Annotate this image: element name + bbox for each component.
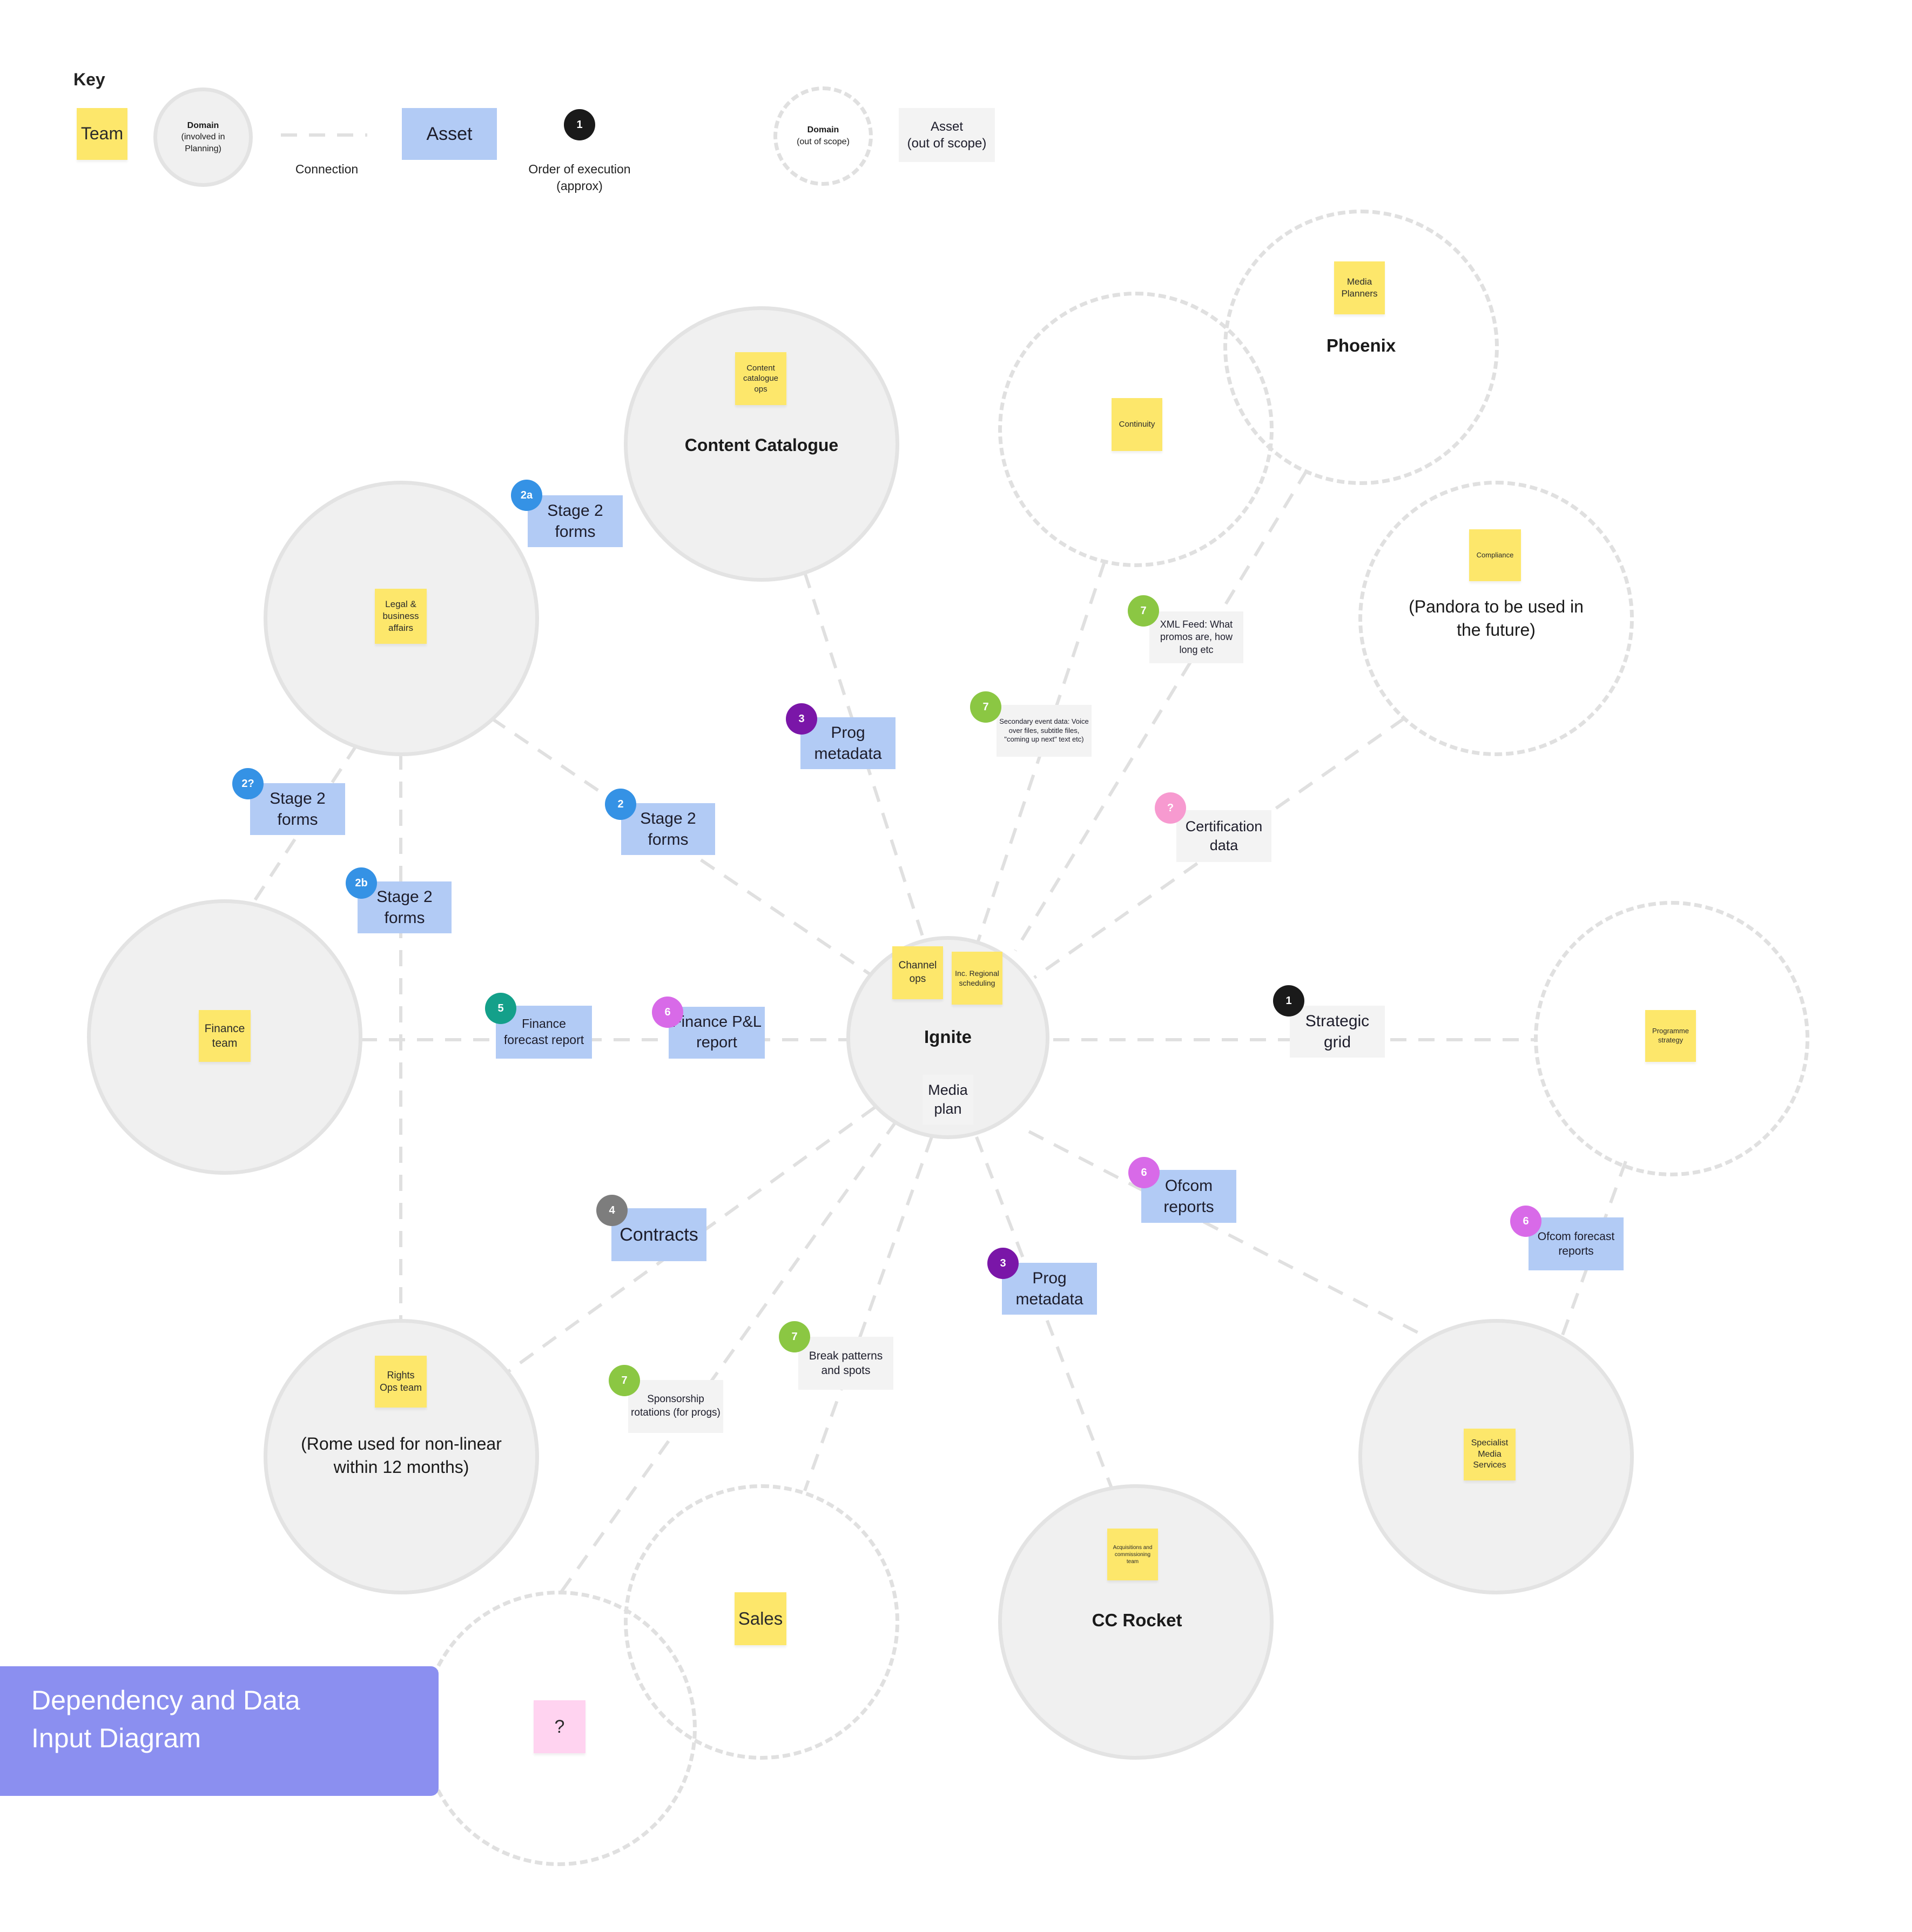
badge-2a: 2a — [511, 480, 542, 511]
domain-ignite-label: Ignite — [924, 1026, 972, 1047]
key-oos-domain-note: (out of scope) — [797, 137, 850, 146]
diagram-title-panel: Dependency and Data Input Diagram — [0, 1666, 439, 1796]
team-media-planners: Media Planners — [1334, 261, 1385, 314]
key-domain-note: (involved in Planning) — [181, 132, 225, 153]
key-domain-out-of-scope: Domain (out of scope) — [773, 86, 873, 186]
connection-line — [803, 1136, 933, 1492]
team-compliance: Compliance — [1469, 529, 1521, 581]
badge-7-sponsorship: 7 — [609, 1365, 640, 1396]
team-regional-scheduling: Inc. Regional scheduling — [952, 952, 1002, 1005]
team-channel-ops: Channel ops — [892, 946, 943, 999]
team-continuity: Continuity — [1112, 398, 1162, 451]
badge-2: 2 — [605, 789, 636, 820]
domain-rights-label: (Rome used for non-linear within 12 mont… — [301, 1433, 502, 1477]
badge-6-ofcom: 6 — [1128, 1157, 1160, 1188]
team-acquisitions-commissioning: Acquisitions and commissioning team — [1107, 1529, 1158, 1580]
badge-2q: 2? — [232, 768, 264, 799]
badge-certification: ? — [1155, 792, 1186, 824]
asset-certification-data: Certification data — [1176, 810, 1271, 862]
badge-5: 5 — [485, 993, 516, 1024]
domain-content-catalogue-label: Content Catalogue — [684, 435, 839, 455]
asset-xml-feed: XML Feed: What promos are, how long etc — [1149, 611, 1243, 663]
team-sales: Sales — [735, 1592, 786, 1645]
team-specialist-media-services: Specialist Media Services — [1464, 1429, 1516, 1480]
diagram-canvas: Key Team Domain (involved in Planning) C… — [0, 0, 1912, 1932]
asset-finance-pl-report: Finance P&L report — [669, 1007, 765, 1059]
domain-cc-rocket-label: CC Rocket — [1092, 1610, 1182, 1630]
domain-pandora-label: (Pandora to be used in the future) — [1409, 596, 1584, 639]
asset-strategic-grid: Strategic grid — [1290, 1006, 1385, 1058]
key-connection-label: Connection — [295, 162, 359, 176]
asset-media-plan: Media plan — [923, 1075, 973, 1125]
domain-phoenix-label: Phoenix — [1326, 335, 1396, 355]
key-connection-line — [281, 133, 367, 137]
badge-1-strategic: 1 — [1273, 985, 1304, 1017]
key-oos-asset-name: Asset — [930, 119, 964, 134]
key-domain-name: Domain — [187, 120, 219, 130]
key-asset-out-of-scope: Asset (out of scope) — [899, 108, 995, 162]
diagram-title-line1: Dependency and Data — [31, 1685, 300, 1715]
key-order-badge: 1 — [564, 109, 595, 140]
asset-secondary-event-data: Secondary event data: Voice over files, … — [997, 705, 1092, 757]
asset-stage2-forms-2a: Stage 2 forms — [528, 495, 623, 547]
key-oos-asset-note: (out of scope) — [907, 136, 987, 151]
asset-stage2-forms-2q: Stage 2 forms — [250, 783, 345, 835]
team-finance: Finance team — [199, 1010, 251, 1062]
team-legal-business-affairs: Legal & business affairs — [375, 589, 427, 644]
key-order-label: Order of execution (approx) — [528, 162, 631, 193]
badge-2b: 2b — [346, 867, 377, 899]
asset-sponsorship-rotations: Sponsorship rotations (for progs) — [628, 1380, 723, 1433]
badge-7-break: 7 — [779, 1321, 810, 1352]
badge-7-secondary: 7 — [970, 691, 1001, 723]
key-oos-domain-name: Domain — [807, 125, 839, 135]
badge-6-ofcom-forecast: 6 — [1510, 1206, 1541, 1237]
asset-ofcom-forecast-reports: Ofcom forecast reports — [1529, 1217, 1624, 1270]
team-unknown: ? — [534, 1700, 585, 1753]
key-team-sticky: Team — [77, 108, 127, 160]
diagram-title-line2: Input Diagram — [31, 1723, 201, 1753]
key-asset: Asset — [402, 108, 497, 160]
badge-6-finance: 6 — [652, 997, 683, 1028]
badge-3-top: 3 — [786, 703, 817, 735]
badge-3-bottom: 3 — [987, 1248, 1019, 1279]
team-content-catalogue-ops: Content catalogue ops — [735, 352, 786, 405]
key-domain-in-scope: Domain (involved in Planning) — [153, 87, 253, 187]
team-rights-ops: Rights Ops team — [375, 1356, 427, 1408]
badge-7-xml: 7 — [1128, 595, 1159, 627]
asset-break-patterns: Break patterns and spots — [798, 1337, 893, 1390]
asset-stage2-forms-2: Stage 2 forms — [621, 803, 715, 855]
key-heading: Key — [73, 70, 105, 89]
badge-4: 4 — [596, 1195, 628, 1226]
team-programme-strategy: Programme strategy — [1645, 1010, 1696, 1062]
